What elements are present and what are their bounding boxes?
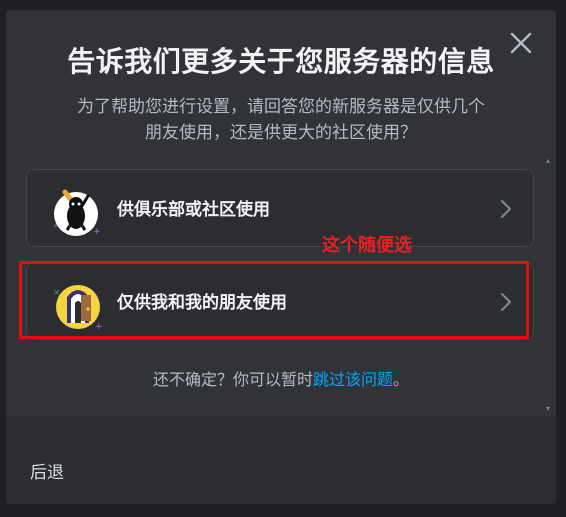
modal-subtitle: 为了帮助您进行设置，请回答您的新服务器是仅供几个朋友使用，还是供更大的社区使用？ <box>77 97 485 143</box>
option-label: 供俱乐部或社区使用 <box>117 200 270 220</box>
svg-text:+: + <box>93 227 101 237</box>
svg-text:+: + <box>95 322 103 331</box>
annotation-text: 这个随便选 <box>322 235 412 256</box>
scroll-down-arrow-icon[interactable]: ▾ <box>546 405 552 413</box>
svg-text:+: + <box>53 222 59 230</box>
scroll-up-arrow-icon[interactable]: ▴ <box>546 157 552 165</box>
skip-question-link[interactable]: 跳过该问题 <box>313 370 393 389</box>
club-community-icon: + + <box>51 184 105 238</box>
svg-text:×: × <box>53 288 61 298</box>
friends-door-icon: × + <box>51 277 105 332</box>
option-label: 仅供我和我的朋友使用 <box>117 293 287 313</box>
skip-suffix: 。 <box>393 370 410 389</box>
chevron-right-icon <box>499 198 513 220</box>
option-club-community[interactable]: + + 供俱乐部或社区使用 <box>26 169 534 247</box>
option-friends-only[interactable]: × + 仅供我和我的朋友使用 <box>26 262 534 340</box>
skip-question-text: 还不确定？你可以暂时跳过该问题。 <box>6 366 556 390</box>
back-button[interactable]: 后退 <box>30 458 64 483</box>
modal-title: 告诉我们更多关于您服务器的信息 <box>67 45 495 78</box>
server-info-modal: 告诉我们更多关于您服务器的信息 为了帮助您进行设置，请回答您的新服务器是仅供几个… <box>6 10 556 504</box>
chevron-right-icon <box>499 291 513 313</box>
skip-prefix: 还不确定？你可以暂时 <box>152 370 313 389</box>
modal-footer: 后退 <box>6 416 556 504</box>
